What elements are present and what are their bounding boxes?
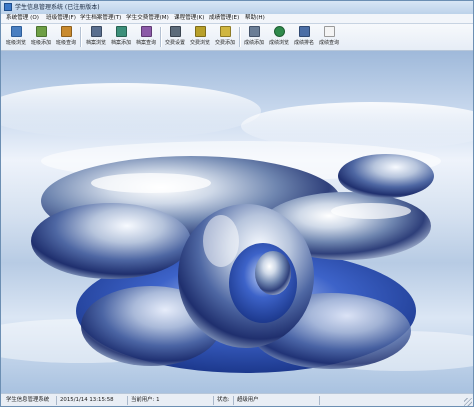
grade-add-button[interactable]: 成绩添加: [242, 25, 266, 49]
fee-settings-button[interactable]: 交费设置: [163, 25, 187, 49]
status-current-user: 当前用户: 1: [127, 396, 160, 405]
status-empty-panel: [319, 396, 463, 405]
menu-help[interactable]: 帮助(H): [243, 14, 267, 23]
status-app-name: 学生信息管理系统: [6, 397, 50, 403]
menu-student-archive[interactable]: 学生档案管理(T): [78, 14, 123, 23]
archive-add-icon: [115, 26, 127, 37]
toolbar-separator: [239, 27, 241, 47]
grade-query-icon: [323, 26, 335, 37]
grade-browse-button[interactable]: 成绩浏览: [267, 25, 291, 49]
grade-add-label: 成绩添加: [243, 40, 264, 46]
class-browse-label: 班级浏览: [5, 40, 26, 46]
class-add-icon: [35, 26, 47, 37]
menu-class[interactable]: 班级管理(F): [44, 14, 78, 23]
specular-highlight: [91, 173, 211, 193]
app-icon: [4, 3, 12, 11]
grade-add-icon: [248, 26, 260, 37]
fee-add-button[interactable]: 交费添加: [213, 25, 237, 49]
fee-browse-icon: [194, 26, 206, 37]
archive-add-label: 档案添加: [110, 40, 131, 46]
archive-query-label: 档案查询: [135, 40, 156, 46]
menu-bar: 系统管理 (O) 班级管理(F) 学生档案管理(T) 学生交费管理(M) 课程管…: [1, 14, 473, 24]
menu-grade[interactable]: 成绩管理(E): [207, 14, 241, 23]
class-query-button[interactable]: 班级查询: [54, 25, 78, 49]
archive-browse-button[interactable]: 档案浏览: [84, 25, 108, 49]
specular-highlight: [203, 215, 239, 267]
fee-add-icon: [219, 26, 231, 37]
class-add-label: 班级添加: [30, 40, 51, 46]
menu-course[interactable]: 课程管理(K): [172, 14, 206, 23]
status-bar: 学生信息管理系统 2015/1/14 13:15:58 当前用户: 1 状态: …: [1, 393, 473, 406]
fee-browse-button[interactable]: 交费浏览: [188, 25, 212, 49]
status-state-label: 状态:: [213, 396, 230, 405]
grade-query-button[interactable]: 成绩查询: [317, 25, 341, 49]
toolbar: 班级浏览 班级添加 班级查询 档案浏览 档案添加 档案查询 交费设置 交费浏览 …: [1, 24, 473, 51]
class-browse-icon: [10, 26, 22, 37]
resize-grip-icon[interactable]: [464, 398, 472, 406]
class-add-button[interactable]: 班级添加: [29, 25, 53, 49]
archive-query-button[interactable]: 档案查询: [134, 25, 158, 49]
archive-query-icon: [140, 26, 152, 37]
fee-settings-label: 交费设置: [164, 40, 185, 46]
chrome-sculpture-image: [1, 83, 473, 373]
class-query-icon: [60, 26, 72, 37]
status-datetime: 2015/1/14 13:15:58: [56, 396, 114, 405]
archive-browse-label: 档案浏览: [85, 40, 106, 46]
app-window: 学生信息管理系统 (已注册版本) 系统管理 (O) 班级管理(F) 学生档案管理…: [0, 0, 474, 407]
menu-fee[interactable]: 学生交费管理(M): [124, 14, 171, 23]
title-bar: 学生信息管理系统 (已注册版本): [1, 1, 473, 15]
fee-add-label: 交费添加: [214, 40, 235, 46]
grade-rank-label: 成绩排名: [293, 40, 314, 46]
grade-rank-button[interactable]: 成绩排名: [292, 25, 316, 49]
chrome-body-shape: [31, 203, 191, 279]
cloud-shape: [1, 83, 261, 139]
toolbar-separator: [80, 27, 82, 47]
archive-browse-icon: [90, 26, 102, 37]
specular-highlight: [331, 203, 411, 219]
desktop-background: [1, 51, 473, 393]
window-title: 学生信息管理系统 (已注册版本): [15, 4, 100, 11]
chrome-ring-highlight: [255, 251, 291, 295]
grade-browse-icon: [273, 26, 285, 37]
class-query-label: 班级查询: [55, 40, 76, 46]
chrome-body-shape: [338, 154, 434, 198]
menu-system[interactable]: 系统管理 (O): [4, 14, 41, 23]
class-browse-button[interactable]: 班级浏览: [4, 25, 28, 49]
grade-rank-icon: [298, 26, 310, 37]
grade-query-label: 成绩查询: [318, 40, 339, 46]
fee-settings-icon: [169, 26, 181, 37]
toolbar-separator: [160, 27, 162, 47]
status-user-role: 超级用户: [233, 396, 259, 405]
archive-add-button[interactable]: 档案添加: [109, 25, 133, 49]
grade-browse-label: 成绩浏览: [268, 40, 289, 46]
fee-browse-label: 交费浏览: [189, 40, 210, 46]
